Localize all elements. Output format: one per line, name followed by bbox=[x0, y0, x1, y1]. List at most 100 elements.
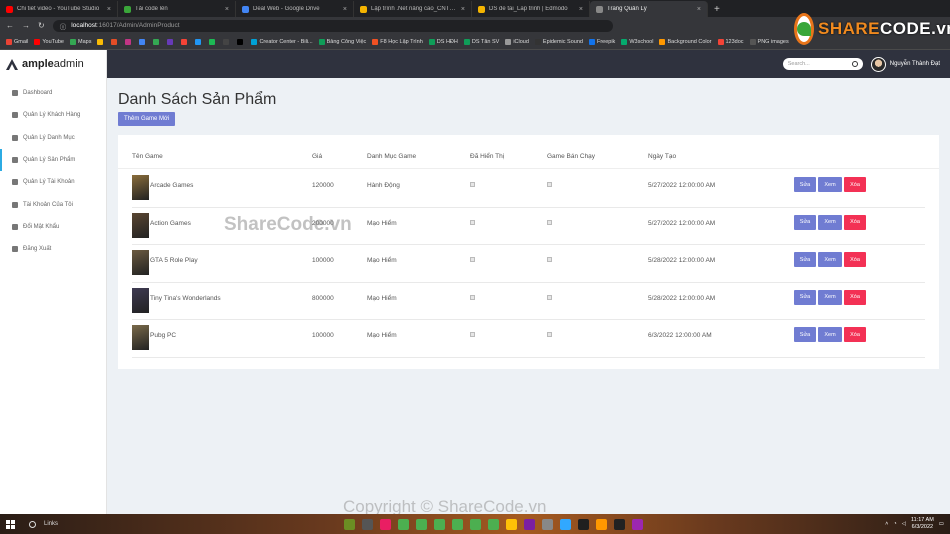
new-tab-button[interactable]: + bbox=[708, 1, 726, 17]
browser-tab[interactable]: Lập trình .Net nâng cao_CNTT13 × bbox=[354, 1, 472, 17]
browser-tab[interactable]: Deal Web - Google Drive × bbox=[236, 1, 354, 17]
edit-button[interactable]: Sửa bbox=[794, 214, 816, 230]
edit-button[interactable]: Sửa bbox=[794, 327, 816, 343]
browser-tab[interactable]: Chi tiết video - YouTube Studio × bbox=[0, 1, 118, 17]
view-button[interactable]: Xem bbox=[818, 252, 842, 268]
view-button[interactable]: Xem bbox=[818, 214, 842, 230]
back-icon[interactable]: ← bbox=[6, 21, 14, 30]
network-icon[interactable]: ◔ bbox=[893, 521, 896, 527]
sidebar-item[interactable]: Dashboard bbox=[0, 82, 106, 104]
bookmark-item[interactable]: Bảng Công Việc bbox=[318, 38, 366, 45]
bookmark-item[interactable]: DS Tân SV bbox=[463, 38, 499, 45]
close-tab-icon[interactable]: × bbox=[343, 6, 347, 13]
search-icon[interactable] bbox=[851, 61, 858, 67]
displayed-checkbox[interactable] bbox=[470, 332, 475, 338]
taskbar-app-icon[interactable] bbox=[398, 518, 409, 530]
browser-tab[interactable]: Tải code lên × bbox=[118, 1, 236, 17]
windows-start-icon[interactable] bbox=[6, 519, 15, 529]
browser-tab[interactable]: DS de tai_Lap trinh | Edmodo × bbox=[472, 1, 590, 17]
taskbar-app-icon[interactable] bbox=[506, 518, 517, 530]
taskbar-app-icon[interactable] bbox=[380, 518, 391, 530]
chevron-up-icon[interactable]: ˄ bbox=[885, 521, 888, 527]
taskbar-app-icon[interactable] bbox=[596, 518, 607, 530]
bookmark-item[interactable]: Freepik bbox=[588, 38, 615, 45]
bookmark-item[interactable]: W3school bbox=[621, 38, 653, 45]
bookmark-item[interactable] bbox=[195, 38, 203, 45]
sidebar-item[interactable]: Quản Lý Tài Khoản bbox=[0, 171, 106, 193]
add-game-button[interactable]: Thêm Game Mới bbox=[118, 112, 176, 126]
view-button[interactable]: Xem bbox=[818, 327, 842, 343]
bookmark-item[interactable] bbox=[209, 38, 217, 45]
taskbar-app-icon[interactable] bbox=[362, 518, 373, 530]
bestseller-checkbox[interactable] bbox=[547, 294, 552, 300]
edit-button[interactable]: Sửa bbox=[794, 177, 816, 192]
view-button[interactable]: Xem bbox=[818, 177, 842, 192]
reload-icon[interactable]: ↻ bbox=[38, 21, 45, 30]
bookmark-item[interactable] bbox=[125, 38, 133, 45]
url-field[interactable]: ⓘ localhost:16017/Admin/AdminProduct bbox=[52, 19, 613, 32]
view-button[interactable]: Xem bbox=[818, 289, 842, 305]
close-tab-icon[interactable]: × bbox=[225, 6, 229, 13]
taskbar-app-icon[interactable] bbox=[560, 518, 571, 530]
bookmark-item[interactable] bbox=[181, 38, 189, 45]
taskbar-app-icon[interactable] bbox=[542, 518, 553, 530]
taskbar-app-icon[interactable] bbox=[578, 518, 589, 530]
bestseller-checkbox[interactable] bbox=[547, 257, 552, 263]
search-box[interactable]: Search... bbox=[782, 58, 863, 70]
clock[interactable]: 11:17 AM 6/3/2022 bbox=[911, 517, 934, 531]
close-tab-icon[interactable]: × bbox=[579, 6, 583, 13]
displayed-checkbox[interactable] bbox=[470, 182, 475, 187]
taskbar-app-icon[interactable] bbox=[614, 518, 625, 530]
bookmark-item[interactable]: Background Color bbox=[659, 38, 712, 45]
delete-button[interactable]: Xóa bbox=[844, 177, 866, 192]
browser-tab[interactable]: Trang Quản Lý × bbox=[590, 1, 708, 17]
volume-icon[interactable]: ◁ bbox=[902, 521, 906, 527]
info-icon[interactable]: ⓘ bbox=[60, 21, 67, 31]
taskbar-app-icon[interactable] bbox=[524, 518, 535, 530]
bookmark-item[interactable] bbox=[111, 38, 119, 45]
sidebar-item[interactable]: Quản Lý Danh Mục bbox=[0, 127, 106, 149]
bookmark-item[interactable] bbox=[153, 38, 161, 45]
taskbar-app-icon[interactable] bbox=[632, 518, 643, 530]
delete-button[interactable]: Xóa bbox=[844, 252, 866, 268]
sidebar-item[interactable]: Quản Lý Khách Hàng bbox=[0, 104, 106, 126]
bestseller-checkbox[interactable] bbox=[547, 219, 552, 225]
taskbar-app-icon[interactable] bbox=[344, 518, 355, 530]
bookmark-item[interactable] bbox=[223, 38, 231, 45]
taskbar-search[interactable]: Links bbox=[29, 520, 299, 528]
taskbar-app-icon[interactable] bbox=[452, 518, 463, 530]
forward-icon[interactable]: → bbox=[22, 21, 30, 30]
bookmark-item[interactable]: Epidemic Sound bbox=[534, 38, 583, 45]
sidebar-item[interactable]: Đăng Xuất bbox=[0, 238, 106, 260]
bookmark-item[interactable]: Maps bbox=[70, 38, 91, 45]
close-tab-icon[interactable]: × bbox=[697, 6, 701, 13]
delete-button[interactable]: Xóa bbox=[844, 289, 866, 305]
bookmark-item[interactable] bbox=[139, 38, 147, 45]
bookmark-item[interactable] bbox=[167, 38, 175, 45]
bookmark-item[interactable] bbox=[237, 38, 245, 45]
bookmark-item[interactable]: DS HĐH bbox=[428, 38, 458, 45]
bookmark-item[interactable]: YouTube bbox=[34, 38, 64, 45]
sidebar-item[interactable]: Tài Khoản Của Tôi bbox=[0, 193, 106, 215]
bookmark-item[interactable]: Creator Center - Bili... bbox=[251, 38, 313, 45]
sidebar-item[interactable]: Đổi Mật Khẩu bbox=[0, 216, 106, 238]
taskbar-app-icon[interactable] bbox=[434, 518, 445, 530]
bookmark-item[interactable]: 123doc bbox=[717, 38, 744, 45]
delete-button[interactable]: Xóa bbox=[844, 214, 866, 230]
edit-button[interactable]: Sửa bbox=[794, 289, 816, 305]
sidebar-item[interactable]: Quản Lý Sản Phẩm bbox=[0, 148, 106, 172]
bookmark-item[interactable] bbox=[97, 38, 105, 45]
delete-button[interactable]: Xóa bbox=[844, 327, 866, 343]
taskbar-app-icon[interactable] bbox=[416, 518, 427, 530]
close-tab-icon[interactable]: × bbox=[107, 6, 111, 13]
notification-icon[interactable]: ▭ bbox=[939, 521, 944, 527]
bookmark-item[interactable]: F8 Học Lập Trình bbox=[372, 38, 423, 45]
displayed-checkbox[interactable] bbox=[470, 294, 475, 300]
bookmark-item[interactable]: iCloud bbox=[505, 38, 529, 45]
bookmark-item[interactable]: Gmail bbox=[6, 38, 28, 45]
displayed-checkbox[interactable] bbox=[470, 257, 475, 263]
edit-button[interactable]: Sửa bbox=[794, 252, 816, 268]
displayed-checkbox[interactable] bbox=[470, 219, 475, 225]
close-tab-icon[interactable]: × bbox=[461, 6, 465, 13]
bestseller-checkbox[interactable] bbox=[547, 332, 552, 338]
